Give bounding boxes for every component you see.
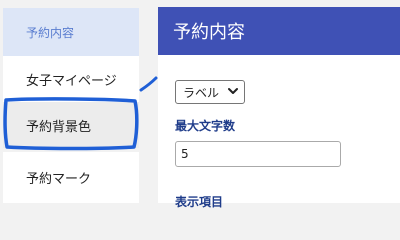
sidebar-item-label: 予約マーク: [26, 172, 92, 187]
page-title-text: 予約内容: [173, 22, 245, 43]
page-title: 予約内容: [158, 7, 400, 55]
sidebar-item-label: 女子マイページ: [26, 73, 117, 89]
sidebar: 予約内容 女子マイページ 予約背景色 予約マーク: [0, 0, 139, 203]
sidebar-item-girl-mypage[interactable]: 女子マイページ: [3, 56, 139, 102]
type-select[interactable]: ラベル: [175, 80, 245, 104]
type-select-value: ラベル: [183, 85, 220, 100]
max-chars-input[interactable]: 5: [175, 141, 341, 167]
sidebar-item-reservation-mark[interactable]: 予約マーク: [3, 152, 139, 203]
sidebar-item-reservation-bg-color[interactable]: 予約背景色: [3, 102, 139, 148]
app-root: 予約内容 女子マイページ 予約背景色 予約マーク 予約内容 ラベル 最大文字数 …: [0, 0, 400, 209]
sidebar-item-label: 予約背景色: [26, 119, 92, 135]
sidebar-item-label: 予約内容: [26, 25, 75, 40]
chevron-down-icon: [228, 88, 238, 94]
display-items-label: 表示項目: [175, 195, 224, 209]
main-panel: 予約内容 ラベル 最大文字数 5 表示項目: [158, 7, 400, 209]
sidebar-item-reservation-content[interactable]: 予約内容: [3, 8, 139, 56]
max-chars-value: 5: [181, 147, 189, 161]
max-chars-label: 最大文字数: [175, 119, 236, 133]
